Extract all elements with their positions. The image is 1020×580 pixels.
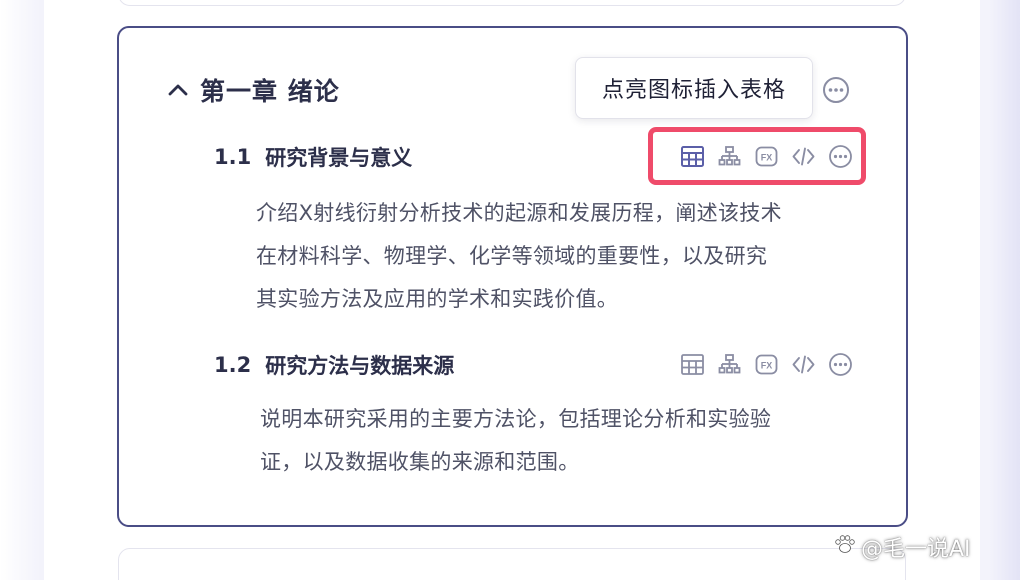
watermark: @毛一说AI bbox=[833, 530, 971, 564]
formula-icon[interactable]: FX bbox=[754, 352, 779, 377]
watermark-text: @毛一说AI bbox=[861, 537, 971, 562]
section-title: 研究背景与意义 bbox=[265, 146, 413, 170]
more-icon[interactable] bbox=[828, 144, 853, 169]
section-number: 1.1 bbox=[214, 145, 252, 169]
svg-text:FX: FX bbox=[761, 360, 773, 370]
insert-table-tooltip: 点亮图标插入表格 bbox=[575, 57, 813, 119]
code-icon[interactable] bbox=[791, 144, 816, 169]
section-header-1-1[interactable]: 1.1 研究背景与意义 bbox=[214, 142, 412, 172]
section-toolbar-1-2: FX bbox=[680, 350, 853, 378]
chapter-more-icon[interactable] bbox=[822, 76, 850, 104]
svg-text:FX: FX bbox=[761, 152, 773, 162]
code-icon[interactable] bbox=[791, 352, 816, 377]
section-title: 研究方法与数据来源 bbox=[265, 354, 455, 378]
previous-card bbox=[118, 0, 906, 6]
next-card bbox=[118, 548, 906, 580]
chapter-header[interactable]: 第一章 绪论 bbox=[166, 72, 340, 108]
chapter-title: 第一章 绪论 bbox=[200, 77, 340, 106]
table-icon[interactable] bbox=[680, 352, 705, 377]
paw-icon bbox=[833, 532, 857, 562]
paragraph-line: 在材料科学、物理学、化学等领域的重要性，以及研究 bbox=[256, 244, 768, 268]
section-toolbar-1-1: FX bbox=[680, 142, 853, 170]
org-chart-icon[interactable] bbox=[717, 352, 742, 377]
paragraph-line: 证，以及数据收集的来源和范围。 bbox=[260, 450, 580, 474]
chevron-up-icon[interactable] bbox=[166, 78, 190, 102]
more-icon[interactable] bbox=[828, 352, 853, 377]
table-icon[interactable] bbox=[680, 144, 705, 169]
section-paragraph-1-1: 介绍X射线衍射分析技术的起源和发展历程，阐述该技术 在材料科学、物理学、化学等领… bbox=[256, 192, 782, 321]
formula-icon[interactable]: FX bbox=[754, 144, 779, 169]
paragraph-line: 介绍X射线衍射分析技术的起源和发展历程，阐述该技术 bbox=[256, 201, 782, 225]
section-paragraph-1-2: 说明本研究采用的主要方法论，包括理论分析和实验验 证，以及数据收集的来源和范围。 bbox=[260, 398, 771, 484]
section-number: 1.2 bbox=[214, 353, 252, 377]
paragraph-line: 其实验方法及应用的学术和实践价值。 bbox=[256, 287, 619, 311]
org-chart-icon[interactable] bbox=[717, 144, 742, 169]
section-header-1-2[interactable]: 1.2 研究方法与数据来源 bbox=[214, 350, 454, 380]
paragraph-line: 说明本研究采用的主要方法论，包括理论分析和实验验 bbox=[260, 407, 772, 431]
